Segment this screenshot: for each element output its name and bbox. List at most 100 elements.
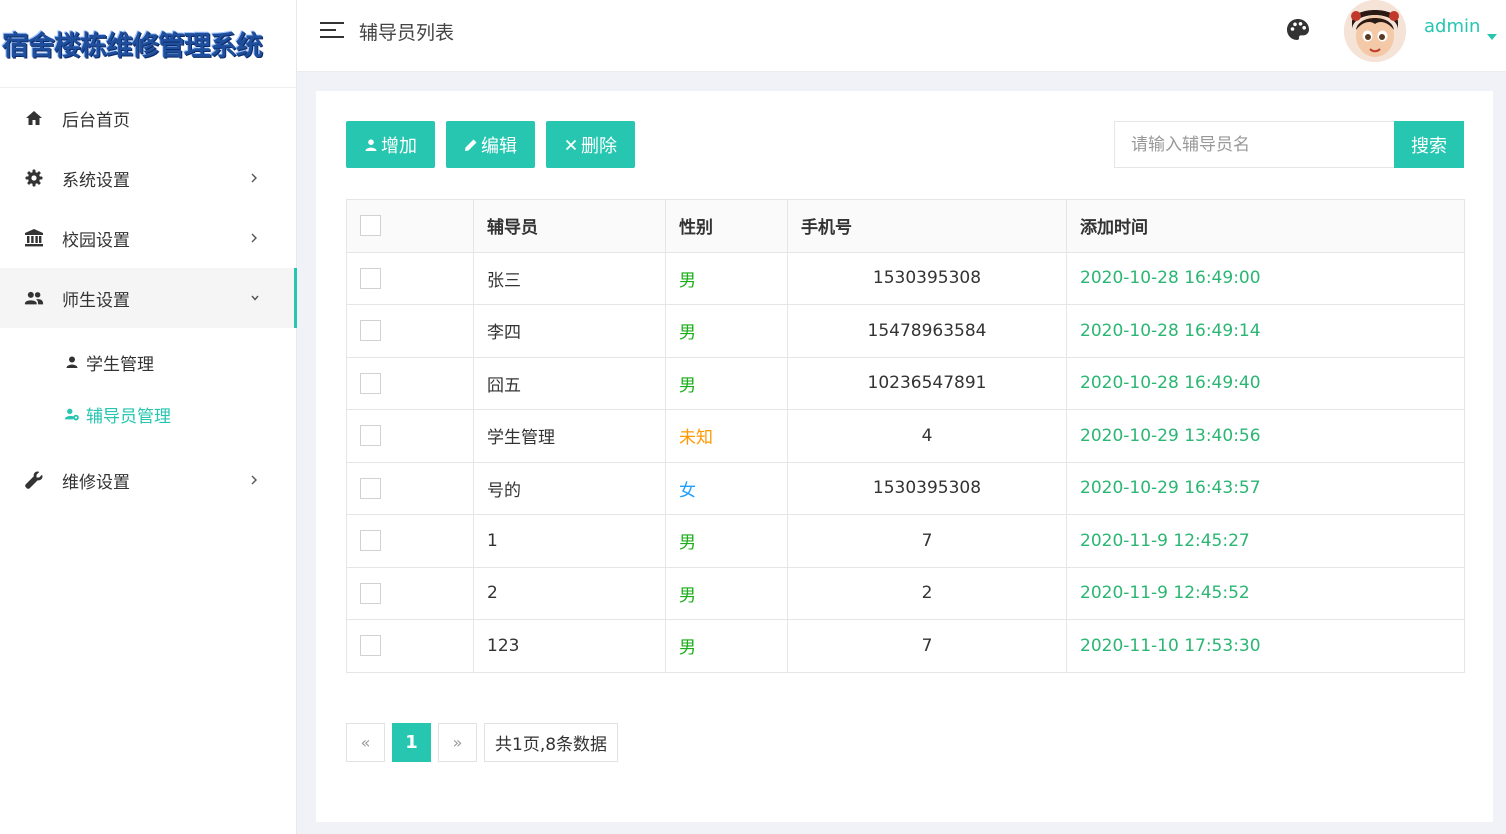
submenu-item-counselor-management[interactable]: 辅导员管理 xyxy=(0,388,296,440)
user-icon xyxy=(364,138,378,152)
column-header-added-time: 添加时间 xyxy=(1066,199,1465,253)
pagination: « 1 » 共1页,8条数据 xyxy=(346,723,625,762)
select-all-checkbox[interactable] xyxy=(360,215,381,237)
page-title: 辅导员列表 xyxy=(359,22,455,44)
row-checkbox[interactable] xyxy=(360,635,381,657)
search-button[interactable]: 搜索 xyxy=(1394,121,1464,168)
row-select-cell xyxy=(346,566,474,620)
row-select-cell xyxy=(346,356,474,410)
sidebar-item-label: 师生设置 xyxy=(62,290,130,311)
cell-gender: 男 xyxy=(665,356,788,410)
main-content: 增加 编辑 删除 搜索 辅导员 xyxy=(316,91,1493,822)
submenu-item-label: 辅导员管理 xyxy=(86,406,171,427)
menu-toggle-icon[interactable] xyxy=(318,19,346,43)
sidebar-item-label: 后台首页 xyxy=(62,110,130,131)
chevron-down-icon xyxy=(250,288,262,308)
close-icon xyxy=(564,138,578,152)
cell-phone: 1530395308 xyxy=(787,251,1067,305)
delete-button[interactable]: 删除 xyxy=(546,121,635,168)
add-button[interactable]: 增加 xyxy=(346,121,435,168)
cell-counselor: 囧五 xyxy=(473,356,666,410)
row-checkbox[interactable] xyxy=(360,530,381,552)
cell-added-time: 2020-11-10 17:53:30 xyxy=(1066,619,1465,673)
table-row: 李四男 15478963584 2020-10-28 16:49:14 xyxy=(346,304,1465,358)
row-checkbox[interactable] xyxy=(360,582,381,604)
pagination-current-page[interactable]: 1 xyxy=(392,723,431,762)
caret-down-icon[interactable] xyxy=(1487,26,1497,40)
chevron-right-icon xyxy=(250,168,262,188)
table-row: 123 男 7 2020-11-10 17:53:30 xyxy=(346,619,1465,673)
chevron-right-icon xyxy=(250,470,262,490)
cell-phone: 10236547891 xyxy=(787,356,1067,410)
cell-phone: 2 xyxy=(787,566,1067,620)
cell-gender: 男 xyxy=(665,251,788,305)
sidebar: 宿舍楼栋维修管理系统 后台首页 系统设置 校园设置 师生设置 学生管理 辅导员管… xyxy=(0,0,297,834)
cell-phone: 15478963584 xyxy=(787,304,1067,358)
table-row: 囧五男 10236547891 2020-10-28 16:49:40 xyxy=(346,356,1465,410)
column-header-counselor: 辅导员 xyxy=(473,199,666,253)
submenu-teacher-student: 学生管理 辅导员管理 xyxy=(0,328,296,450)
sidebar-item-home[interactable]: 后台首页 xyxy=(0,88,296,148)
palette-icon[interactable] xyxy=(1285,17,1311,43)
row-select-cell xyxy=(346,304,474,358)
table-row: 学生管理 未知 4 2020-10-29 13:40:56 xyxy=(346,409,1465,463)
cell-counselor: 号的 xyxy=(473,461,666,515)
row-select-cell xyxy=(346,461,474,515)
cell-counselor: 123 xyxy=(473,619,666,673)
cell-gender: 女 xyxy=(665,461,788,515)
row-checkbox[interactable] xyxy=(360,477,381,499)
sidebar-item-teacher-student-settings[interactable]: 师生设置 xyxy=(0,268,297,328)
sidebar-item-repair-settings[interactable]: 维修设置 xyxy=(0,450,296,510)
search-input[interactable] xyxy=(1114,121,1395,168)
gear-icon xyxy=(24,168,44,188)
pencil-icon xyxy=(464,138,478,152)
app-root: 宿舍楼栋维修管理系统 后台首页 系统设置 校园设置 师生设置 学生管理 辅导员管… xyxy=(0,0,1506,834)
submenu-item-label: 学生管理 xyxy=(86,354,154,375)
cell-counselor: 李四 xyxy=(473,304,666,358)
table-header-row: 辅导员 性别 手机号 添加时间 xyxy=(346,199,1465,253)
add-button-label: 增加 xyxy=(381,135,417,156)
row-checkbox[interactable] xyxy=(360,425,381,447)
user-icon xyxy=(64,354,80,370)
user-name[interactable]: admin xyxy=(1424,16,1480,37)
row-checkbox[interactable] xyxy=(360,320,381,342)
cell-gender: 男 xyxy=(665,514,788,568)
sidebar-item-campus-settings[interactable]: 校园设置 xyxy=(0,208,296,268)
chevron-right-icon xyxy=(250,228,262,248)
row-checkbox[interactable] xyxy=(360,372,381,394)
cell-gender: 男 xyxy=(665,304,788,358)
sidebar-item-label: 校园设置 xyxy=(62,230,130,251)
table-row: 1 男 7 2020-11-9 12:45:27 xyxy=(346,514,1465,568)
edit-button[interactable]: 编辑 xyxy=(446,121,535,168)
cell-gender: 男 xyxy=(665,566,788,620)
users-icon xyxy=(24,288,44,308)
sidebar-item-label: 系统设置 xyxy=(62,170,130,191)
column-header-gender: 性别 xyxy=(665,199,788,253)
row-select-cell xyxy=(346,514,474,568)
sidebar-menu: 后台首页 系统设置 校园设置 师生设置 学生管理 辅导员管理 维修设置 xyxy=(0,88,297,510)
row-checkbox[interactable] xyxy=(360,267,381,289)
cell-gender: 未知 xyxy=(665,409,788,463)
pagination-next-button[interactable]: » xyxy=(438,723,477,762)
avatar[interactable] xyxy=(1344,0,1406,62)
logo: 宿舍楼栋维修管理系统 xyxy=(0,0,296,88)
logo-text: 宿舍楼栋维修管理系统 xyxy=(2,31,263,62)
row-select-cell xyxy=(346,409,474,463)
submenu-item-student-management[interactable]: 学生管理 xyxy=(0,336,296,388)
cell-gender: 男 xyxy=(665,619,788,673)
cell-added-time: 2020-10-29 13:40:56 xyxy=(1066,409,1465,463)
cell-phone: 1530395308 xyxy=(787,461,1067,515)
table-row: 2 男 2 2020-11-9 12:45:52 xyxy=(346,566,1465,620)
cell-added-time: 2020-10-28 16:49:14 xyxy=(1066,304,1465,358)
pagination-prev-button[interactable]: « xyxy=(346,723,385,762)
pagination-info: 共1页,8条数据 xyxy=(484,723,619,762)
column-header-phone: 手机号 xyxy=(787,199,1067,253)
sidebar-item-label: 维修设置 xyxy=(62,472,130,493)
table-row: 号的女 1530395308 2020-10-29 16:43:57 xyxy=(346,461,1465,515)
edit-button-label: 编辑 xyxy=(481,135,517,156)
counselor-table-wrap: 辅导员 性别 手机号 添加时间 张三男 1530395308 2020-10-28 … xyxy=(346,199,1465,673)
table-body: 张三男 1530395308 2020-10-28 16:49:00 李四男 15478… xyxy=(346,251,1465,673)
cell-phone: 4 xyxy=(787,409,1067,463)
sidebar-item-system-settings[interactable]: 系统设置 xyxy=(0,148,296,208)
home-icon xyxy=(24,108,44,128)
